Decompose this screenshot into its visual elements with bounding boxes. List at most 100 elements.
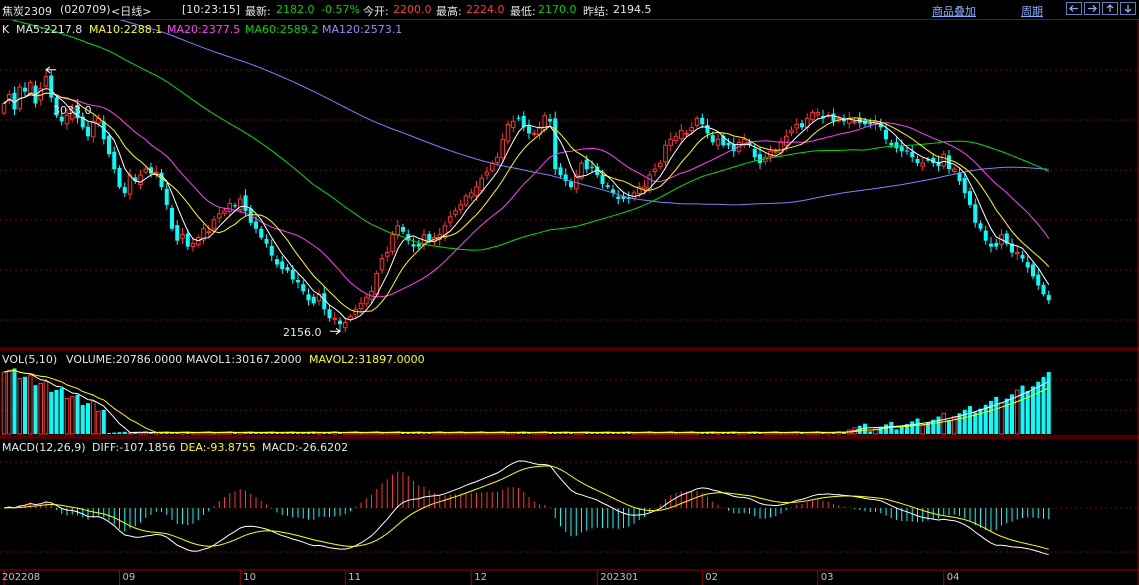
volume-bar (652, 432, 658, 435)
candle-body-down (600, 175, 605, 184)
volume-bar (1020, 385, 1025, 434)
candle-body-down (962, 178, 967, 193)
volume-bar (505, 432, 511, 435)
candle-body-down (59, 116, 64, 122)
arrow-left-icon[interactable] (1066, 2, 1082, 15)
candle-body-up (222, 210, 227, 214)
candle-body-up (453, 210, 458, 215)
volume-bar (715, 432, 721, 435)
x-axis-label: 09 (122, 572, 136, 583)
candle-body-down (758, 154, 762, 164)
candle-body-down (185, 233, 190, 247)
candle-body-up (180, 234, 185, 239)
candle-body-down (1031, 264, 1035, 277)
candle-body-down (973, 204, 978, 223)
volume-bar (101, 409, 106, 434)
ma20-legend: MA20:2377.5 (167, 23, 241, 36)
volume-bar (978, 408, 983, 434)
candle-body-down (558, 167, 563, 176)
candle-body-up (715, 138, 721, 146)
candle-body-down (1041, 284, 1046, 295)
candle-body-up (510, 120, 516, 128)
volume-bar (968, 406, 972, 434)
volume-bar (778, 432, 784, 435)
x-axis-label: 10 (243, 572, 256, 583)
candle-body-up (668, 138, 674, 146)
candle-body-up (216, 213, 222, 219)
candle-body-down (605, 185, 610, 187)
candle-body-up (463, 195, 469, 206)
volume-bar (673, 432, 679, 435)
candle-body-down (889, 142, 894, 146)
last-label: 最新: (245, 5, 271, 18)
x-axis-label: 02 (705, 572, 718, 583)
candle-body-down (705, 124, 710, 134)
volume-bar (90, 400, 96, 435)
candle-body-up (694, 117, 700, 127)
candle-body-up (642, 186, 647, 190)
volume-bar (27, 374, 33, 435)
macd-diff: DIFF:-107.1856 (92, 441, 176, 454)
volume-bar (117, 432, 122, 434)
candle-body-down (285, 267, 290, 271)
kline-tag: K (2, 23, 10, 36)
arrow-right-icon[interactable] (1084, 2, 1100, 15)
candle-body-down (280, 261, 285, 269)
candle-body-up (689, 126, 695, 131)
volume-bar (527, 433, 531, 434)
candle-body-up (390, 234, 395, 252)
overlay-link[interactable]: 商品叠加 (932, 3, 976, 19)
volume-bar (190, 432, 196, 435)
volume-bar (69, 396, 75, 435)
x-axis-label: 03 (820, 572, 834, 583)
candle-body-up (153, 171, 159, 174)
volume-bar (569, 433, 573, 434)
vol-title: VOL(5,10) (2, 353, 58, 366)
volume-bar (23, 376, 27, 434)
candle-body-down (548, 118, 552, 122)
volume-bar (484, 432, 490, 435)
candle-body-up (458, 204, 464, 211)
x-axis-label: 12 (474, 572, 487, 583)
ma20-line (3, 92, 1050, 298)
volume-bar (947, 420, 951, 434)
volume-bar (548, 433, 552, 434)
candle-body-up (684, 132, 689, 135)
volume-bar (821, 433, 825, 434)
candle-body-down (831, 113, 836, 122)
candle-body-up (127, 174, 133, 195)
candle-body-up (505, 123, 511, 142)
candle-body-up (374, 272, 380, 295)
candle-body-down (416, 243, 421, 247)
volume-bar (910, 421, 915, 434)
vol-mavol2: MAVOL2:31897.0000 (309, 353, 425, 366)
candle-body-down (1046, 294, 1051, 301)
volume-bar (590, 433, 594, 434)
ma60-line (3, 16, 1050, 251)
volume-bar (401, 433, 405, 434)
cycle-link[interactable]: 周期 (1021, 3, 1043, 19)
macd-dea: DEA:-93.8755 (180, 441, 256, 454)
volume-bar (1004, 398, 1009, 434)
volume-bar (127, 432, 133, 435)
candle-body-down (726, 142, 731, 146)
candle-body-down (1020, 254, 1025, 259)
volume-bar (170, 433, 174, 434)
x-axis-label: 04 (946, 572, 960, 583)
candle-body-up (342, 322, 348, 329)
volume-bar (96, 411, 101, 435)
candle-body-up (652, 168, 658, 172)
volume-bar (894, 429, 899, 434)
high-label: 最高: (436, 5, 462, 18)
open-label: 今开: (363, 5, 389, 18)
candle-body-up (43, 76, 49, 87)
candle-body-down (306, 294, 311, 301)
arrow-up-icon[interactable] (1102, 2, 1118, 15)
ma10-legend: MA10:2288.1 (89, 23, 163, 36)
period-label[interactable]: <日线> (111, 3, 151, 19)
volume-bar (1010, 394, 1014, 434)
candle-body-down (243, 195, 248, 211)
arrow-down-icon[interactable] (1120, 2, 1136, 15)
volume-bar (936, 416, 941, 434)
candle-body-down (905, 150, 909, 152)
